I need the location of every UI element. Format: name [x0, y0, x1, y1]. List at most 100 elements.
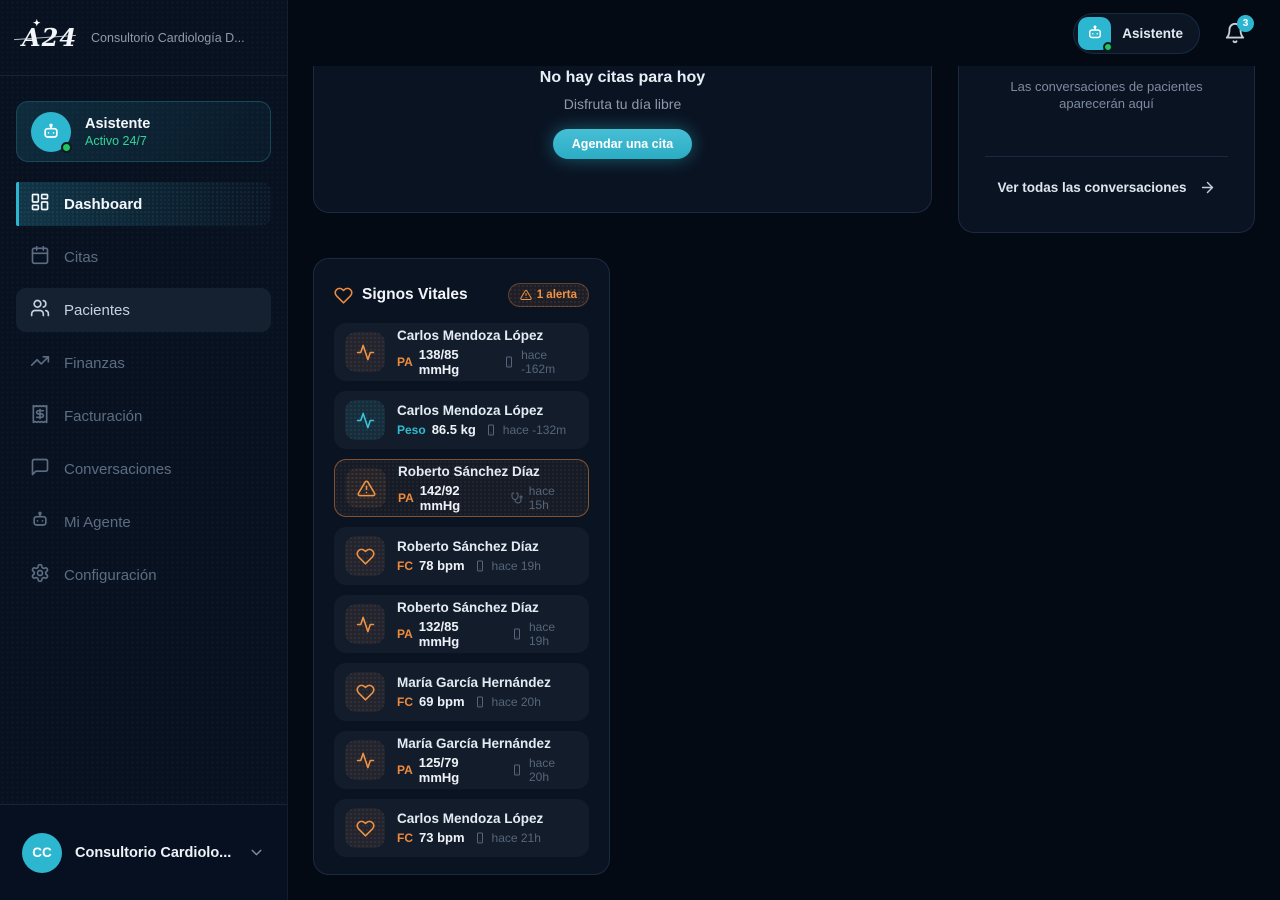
vital-row[interactable]: María García Hernández FC 69 bpm hace 20… [334, 663, 589, 721]
sidebar-item-finanzas[interactable]: Finanzas [16, 341, 271, 385]
receipt-icon [30, 404, 50, 428]
vital-row[interactable]: Carlos Mendoza López FC 73 bpm hace 21h [334, 799, 589, 857]
assistant-card-status: Activo 24/7 [85, 134, 150, 148]
logo: A24✦ [22, 23, 77, 52]
vitals-list: Carlos Mendoza López PA 138/85 mmHg hace… [334, 323, 589, 857]
vital-time: hace 19h [492, 559, 541, 573]
vital-value: 69 bpm [419, 694, 465, 709]
activity-icon [345, 332, 385, 372]
vitals-alert-badge-label: 1 alerta [537, 289, 577, 301]
smartphone-icon [503, 356, 515, 368]
sidebar-item-citas[interactable]: Citas [16, 235, 271, 279]
appointments-empty-title: No hay citas para hoy [540, 69, 705, 87]
vital-time: hace -162m [521, 348, 578, 376]
online-status-dot [1103, 42, 1113, 52]
vital-patient-name: María García Hernández [397, 736, 578, 751]
sidebar-item-configuracion[interactable]: Configuración [16, 553, 271, 597]
vital-label: PA [397, 627, 413, 641]
vital-time: hace 15h [529, 484, 577, 512]
sidebar-item-dashboard[interactable]: Dashboard [16, 182, 271, 226]
assistant-status-card[interactable]: Asistente Activo 24/7 [16, 101, 271, 162]
heart-icon [345, 672, 385, 712]
alert-triangle-icon [520, 289, 532, 301]
sidebar-item-conversaciones[interactable]: Conversaciones [16, 447, 271, 491]
nav-item-label: Mi Agente [64, 514, 131, 531]
vital-label: Peso [397, 423, 426, 437]
sidebar-nav: Dashboard Citas Pacientes Finanzas Factu… [0, 182, 287, 606]
vital-patient-name: Carlos Mendoza López [397, 811, 543, 826]
sidebar-item-mi-agente[interactable]: Mi Agente [16, 500, 271, 544]
vitals-alert-badge[interactable]: 1 alerta [508, 283, 589, 307]
calendar-icon [30, 245, 50, 269]
conversations-empty-text: Las conversaciones de pacientes aparecer… [959, 78, 1254, 112]
assistant-card-title: Asistente [85, 116, 150, 132]
heart-icon [334, 286, 353, 305]
sidebar: A24✦ Consultorio Cardiología D... Asiste… [0, 0, 288, 900]
chat-icon [30, 457, 50, 481]
activity-icon [345, 400, 385, 440]
clinic-name: Consultorio Cardiología D... [91, 31, 245, 45]
vital-value: 86.5 kg [432, 422, 476, 437]
view-all-conversations-link[interactable]: Ver todas las conversaciones [959, 179, 1254, 196]
sidebar-item-pacientes[interactable]: Pacientes [16, 288, 271, 332]
smartphone-icon [474, 832, 486, 844]
vital-row[interactable]: María García Hernández PA 125/79 mmHg ha… [334, 731, 589, 789]
chevron-down-icon [248, 844, 265, 861]
smartphone-icon [485, 424, 497, 436]
account-name: Consultorio Cardiolo... [75, 845, 231, 861]
vital-value: 78 bpm [419, 558, 465, 573]
vital-patient-name: María García Hernández [397, 675, 551, 690]
bot-avatar-icon [1078, 17, 1111, 50]
vital-label: FC [397, 695, 413, 709]
account-switcher[interactable]: CC Consultorio Cardiolo... [0, 804, 287, 900]
vital-time: hace 20h [492, 695, 541, 709]
nav-item-label: Facturación [64, 408, 142, 425]
smartphone-icon [511, 628, 523, 640]
appointments-empty-subtitle: Disfruta tu día libre [564, 96, 682, 112]
trending-up-icon [30, 351, 50, 375]
vital-time: hace -132m [503, 423, 566, 437]
stethoscope-icon [511, 492, 523, 504]
vitals-card-title: Signos Vitales [362, 286, 468, 304]
smartphone-icon [511, 764, 523, 776]
assistant-header-button[interactable]: Asistente [1073, 13, 1200, 54]
vital-patient-name: Roberto Sánchez Díaz [398, 464, 577, 479]
nav-item-label: Configuración [64, 567, 157, 584]
vital-label: PA [398, 491, 414, 505]
divider [985, 156, 1228, 157]
heart-icon [345, 536, 385, 576]
vital-row[interactable]: Roberto Sánchez Díaz FC 78 bpm hace 19h [334, 527, 589, 585]
vital-value: 73 bpm [419, 830, 465, 845]
vital-label: PA [397, 763, 413, 777]
gear-icon [30, 563, 50, 587]
notifications-button[interactable]: 3 [1224, 22, 1246, 44]
vitals-card: Signos Vitales 1 alerta Carlos Mendoza L… [313, 258, 610, 875]
heart-icon [345, 808, 385, 848]
nav-item-label: Finanzas [64, 355, 125, 372]
nav-item-label: Conversaciones [64, 461, 172, 478]
vital-patient-name: Carlos Mendoza López [397, 328, 578, 343]
nav-item-label: Pacientes [64, 302, 130, 319]
conversations-card: Las conversaciones de pacientes aparecer… [958, 66, 1255, 233]
smartphone-icon [474, 560, 486, 572]
notification-count-badge: 3 [1237, 15, 1254, 32]
smartphone-icon [474, 696, 486, 708]
sidebar-header: A24✦ Consultorio Cardiología D... [0, 0, 287, 76]
vital-label: PA [397, 355, 413, 369]
vital-value: 125/79 mmHg [419, 755, 502, 785]
vital-patient-name: Roberto Sánchez Díaz [397, 600, 578, 615]
vital-value: 132/85 mmHg [419, 619, 502, 649]
vital-patient-name: Roberto Sánchez Díaz [397, 539, 541, 554]
vital-time: hace 20h [529, 756, 578, 784]
vital-row[interactable]: Roberto Sánchez Díaz PA 132/85 mmHg hace… [334, 595, 589, 653]
activity-icon [345, 740, 385, 780]
vital-patient-name: Carlos Mendoza López [397, 403, 566, 418]
vital-row[interactable]: Roberto Sánchez Díaz PA 142/92 mmHg hace… [334, 459, 589, 517]
vital-row[interactable]: Carlos Mendoza López Peso 86.5 kg hace -… [334, 391, 589, 449]
vital-row[interactable]: Carlos Mendoza López PA 138/85 mmHg hace… [334, 323, 589, 381]
sidebar-item-facturacion[interactable]: Facturación [16, 394, 271, 438]
sparkle-icon: ✦ [33, 19, 42, 29]
nav-item-label: Dashboard [64, 196, 142, 213]
vital-value: 138/85 mmHg [419, 347, 494, 377]
schedule-appointment-button[interactable]: Agendar una cita [553, 129, 692, 159]
